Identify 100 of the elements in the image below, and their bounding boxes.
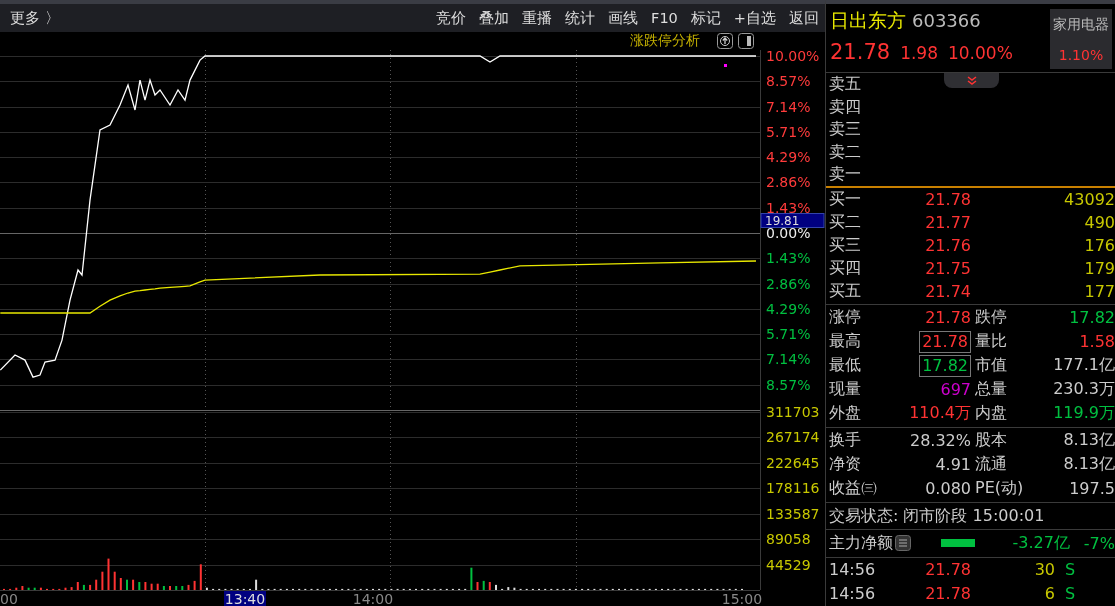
flow-bar	[941, 539, 975, 548]
stat-label: 最高	[829, 331, 862, 353]
stat-value: 4.91	[935, 455, 971, 475]
stat-label: PE(动)	[974, 478, 1025, 500]
axis-label: 8.57%	[766, 73, 811, 90]
order-label: 买四	[829, 257, 862, 279]
volume-bar	[150, 583, 153, 590]
axis-label: 7.14%	[766, 351, 811, 368]
volume-bar	[144, 582, 147, 590]
volume-bar	[187, 584, 190, 590]
toolbar-button[interactable]: F10	[651, 10, 678, 26]
order-label: 卖三	[829, 118, 861, 141]
toolbar-button[interactable]: 叠加	[479, 8, 510, 28]
volume-bar	[482, 580, 485, 590]
volume-bar	[64, 587, 67, 590]
stat-label: 跌停	[974, 307, 1008, 329]
order-label: 卖一	[829, 163, 861, 186]
panel-icon[interactable]	[738, 33, 754, 49]
volume-bar	[82, 584, 85, 590]
sector-card[interactable]: 家用电器 1.10%	[1050, 9, 1112, 69]
toolbar-button[interactable]: +自选	[733, 8, 776, 28]
order-label: 买三	[829, 234, 862, 256]
analysis-title[interactable]: 涨跌停分析	[630, 32, 700, 50]
stat-value: 28.32%	[910, 431, 971, 451]
volume-bar	[76, 582, 79, 590]
toolbar-button[interactable]: 竞价	[436, 8, 467, 28]
stat-label: 收益㈢	[829, 478, 878, 500]
tick-price: 21.78	[925, 560, 971, 580]
order-volume: 43092	[1064, 189, 1115, 209]
stat-label: 内盘	[974, 403, 1008, 425]
volume-bar	[199, 564, 202, 590]
volume-bar	[15, 587, 18, 590]
axis-label: 10.00%	[766, 48, 820, 64]
axis-label: 178116	[766, 480, 820, 497]
flow-label: 主力净额	[829, 532, 893, 554]
order-volume: 177	[1084, 281, 1115, 301]
upload-icon[interactable]	[717, 33, 733, 49]
axis-label: 00	[0, 591, 18, 606]
order-label: 买五	[829, 280, 862, 302]
stat-value: 177.1亿	[1053, 355, 1115, 377]
volume-bar	[21, 586, 24, 590]
list-icon[interactable]	[895, 535, 911, 552]
axis-label: 2.86%	[766, 275, 811, 292]
volume-bar	[156, 583, 159, 590]
last-price: 21.78	[830, 40, 891, 64]
stock-name: 日出东方	[830, 8, 906, 33]
volume-bar	[107, 558, 110, 590]
order-label: 卖四	[829, 95, 861, 118]
tick-side: S	[1064, 584, 1076, 604]
percent-change: 10.00%	[948, 43, 1013, 63]
volume-bar	[488, 582, 491, 590]
stat-value: 1.58	[1079, 332, 1115, 352]
stat-value: 8.13亿	[1063, 454, 1115, 476]
stat-label: 涨停	[829, 307, 862, 329]
more-menu-button[interactable]: 更多 〉	[10, 8, 60, 28]
volume-bar	[470, 567, 473, 590]
axis-label: 1.43%	[766, 199, 811, 216]
order-price: 21.78	[925, 189, 971, 209]
stat-value: 21.78	[919, 330, 971, 353]
stat-value: 21.78	[925, 308, 971, 328]
expand-button[interactable]	[944, 73, 999, 88]
volume-bar	[95, 579, 98, 590]
axis-label: 1.43%	[766, 250, 811, 267]
axis-label: 0.00%	[766, 225, 811, 241]
order-volume: 490	[1084, 212, 1115, 232]
volume-bar	[255, 579, 258, 590]
stat-value: 119.9万	[1053, 403, 1115, 425]
toolbar-button[interactable]: 标记	[690, 8, 721, 28]
order-volume: 179	[1084, 258, 1115, 278]
volume-bar	[101, 571, 104, 590]
volume-bar	[205, 587, 208, 590]
axis-label: 5.71%	[766, 123, 811, 140]
stat-label: 最低	[829, 355, 862, 377]
cursor-time-label: 13:40	[224, 591, 266, 606]
tick-volume: 30	[1034, 560, 1055, 580]
axis-label: 15:00	[721, 591, 763, 606]
axis-label: 89058	[766, 531, 811, 548]
order-price: 21.76	[925, 235, 971, 255]
order-label: 卖二	[829, 140, 861, 163]
volume-bar	[507, 587, 510, 590]
volume-bar	[27, 587, 30, 590]
order-volume: 176	[1084, 235, 1115, 255]
axis-label: 267174	[766, 429, 820, 446]
toolbar-button[interactable]: 重播	[522, 8, 553, 28]
volume-bar	[476, 582, 479, 590]
toolbar-button[interactable]: 画线	[608, 8, 639, 28]
order-label: 买一	[829, 188, 862, 210]
volume-bar	[89, 584, 92, 590]
toolbar-button[interactable]: 统计	[565, 8, 596, 28]
volume-bar	[162, 586, 165, 590]
axis-label: 44529	[766, 556, 811, 573]
axis-label: 4.29%	[766, 149, 811, 166]
axis-label: 5.71%	[766, 326, 811, 343]
stat-value: 17.82	[1069, 308, 1115, 328]
sector-change: 1.10%	[1058, 46, 1104, 63]
toolbar-button[interactable]: 返回	[789, 8, 819, 28]
volume-bar	[181, 586, 184, 590]
stat-label: 量比	[974, 331, 1008, 353]
stat-label: 现量	[829, 379, 862, 401]
order-label: 卖五	[829, 73, 861, 95]
